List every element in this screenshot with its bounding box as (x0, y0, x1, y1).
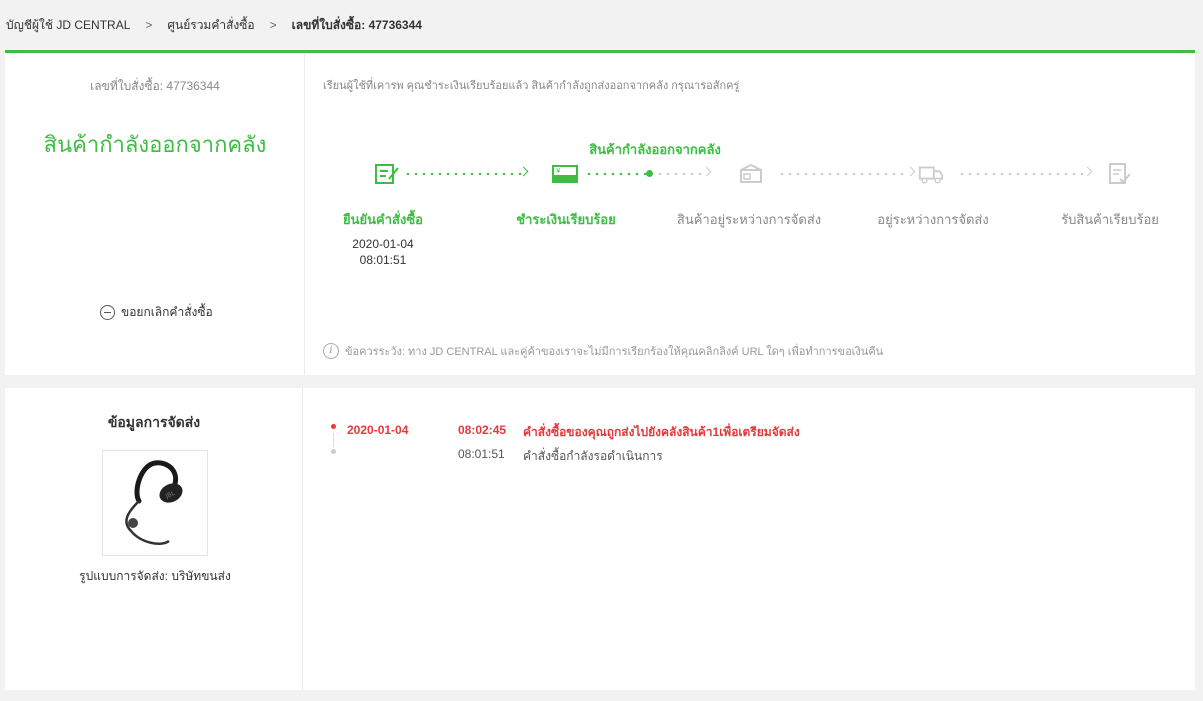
step-label-order-confirm: ยืนยันคำสั่งซื้อ (343, 212, 423, 227)
timeline-dot (331, 449, 336, 454)
step-label-preparing: สินค้าอยู่ระหว่างการจัดส่ง (676, 212, 822, 227)
step-label-payment: ชำระเงินเรียบร้อย (516, 212, 616, 227)
breadcrumb-account-link[interactable]: บัญชีผู้ใช้ JD CENTRAL (6, 16, 130, 35)
security-notice: i ข้อควรระวัง: ทาง JD CENTRAL และคู่ค้าข… (323, 342, 883, 360)
minus-circle-icon (100, 305, 115, 320)
progress-connector (778, 173, 908, 175)
order-confirm-icon (375, 164, 399, 184)
shipping-summary-panel: ข้อมูลการจัดส่ง JBL รูปแบบการจัดส่ง: บริ… (5, 388, 303, 690)
shipping-method: รูปแบบการจัดส่ง: บริษัทขนส่ง (79, 569, 231, 583)
cancel-order-label: ขอยกเลิกคำสั่งซื้อ (121, 305, 213, 319)
progress-connector (656, 173, 706, 175)
order-number: เลขที่ใบสั่งซื้อ: 47736344 (90, 79, 220, 93)
product-thumbnail[interactable]: JBL (102, 450, 208, 556)
timeline-line (333, 433, 334, 447)
security-notice-text: ข้อควรระวัง: ทาง JD CENTRAL และคู่ค้าของ… (345, 346, 884, 358)
step-date: 2020-01-04 (352, 237, 414, 251)
progress-connector (404, 173, 524, 175)
tracking-text: คำสั่งซื้อกำลังรอดำเนินการ (523, 449, 663, 463)
delivery-truck-icon (918, 166, 944, 184)
tracking-time: 08:01:51 (458, 447, 505, 461)
current-step-label: สินค้ากำลังออกจากคลัง (589, 142, 721, 157)
breadcrumb: บัญชีผู้ใช้ JD CENTRAL > ศูนย์รวมคำสั่งซ… (0, 0, 1203, 50)
tracking-time: 08:02:45 (458, 423, 507, 437)
timeline-dot-active (331, 424, 336, 429)
order-status-card: เลขที่ใบสั่งซื้อ: 47736344 สินค้ากำลังออ… (5, 53, 1195, 375)
tracking-date: 2020-01-04 (347, 423, 409, 437)
package-icon (740, 163, 762, 183)
info-icon: i (323, 343, 339, 359)
shipping-info-card: ข้อมูลการจัดส่ง JBL รูปแบบการจัดส่ง: บริ… (5, 388, 1195, 690)
progress-connector (585, 173, 647, 175)
payment-icon: ¥ (552, 165, 578, 183)
shipping-info-title: ข้อมูลการจัดส่ง (107, 414, 201, 430)
current-position-dot (646, 170, 653, 177)
step-label-shipping: อยู่ระหว่างการจัดส่ง (877, 212, 989, 227)
received-checklist-icon (1109, 163, 1131, 184)
svg-text:¥: ¥ (556, 167, 561, 175)
breadcrumb-orders-link[interactable]: ศูนย์รวมคำสั่งซื้อ (167, 16, 254, 35)
breadcrumb-separator: > (269, 18, 277, 32)
step-timestamp: 2020-01-04 08:01:51 (323, 236, 443, 268)
step-time: 08:01:51 (359, 253, 407, 267)
status-message: เรียนผู้ใช้ที่เคารพ คุณชำระเงินเรียบร้อย… (323, 80, 740, 92)
breadcrumb-current: เลขที่ใบสั่งซื้อ: 47736344 (291, 17, 422, 32)
order-status-title: สินค้ากำลังออกจากคลัง (43, 132, 267, 157)
breadcrumb-separator: > (145, 18, 153, 32)
step-label-received: รับสินค้าเรียบร้อย (1061, 212, 1159, 227)
tracking-text: คำสั่งซื้อของคุณถูกส่งไปยังคลังสินค้า1เพ… (523, 425, 800, 439)
earphone-product-image: JBL (125, 460, 183, 545)
order-summary-panel: เลขที่ใบสั่งซื้อ: 47736344 สินค้ากำลังออ… (5, 53, 305, 375)
progress-connector (958, 173, 1086, 175)
cancel-order-button[interactable]: ขอยกเลิกคำสั่งซื้อ (100, 303, 213, 322)
